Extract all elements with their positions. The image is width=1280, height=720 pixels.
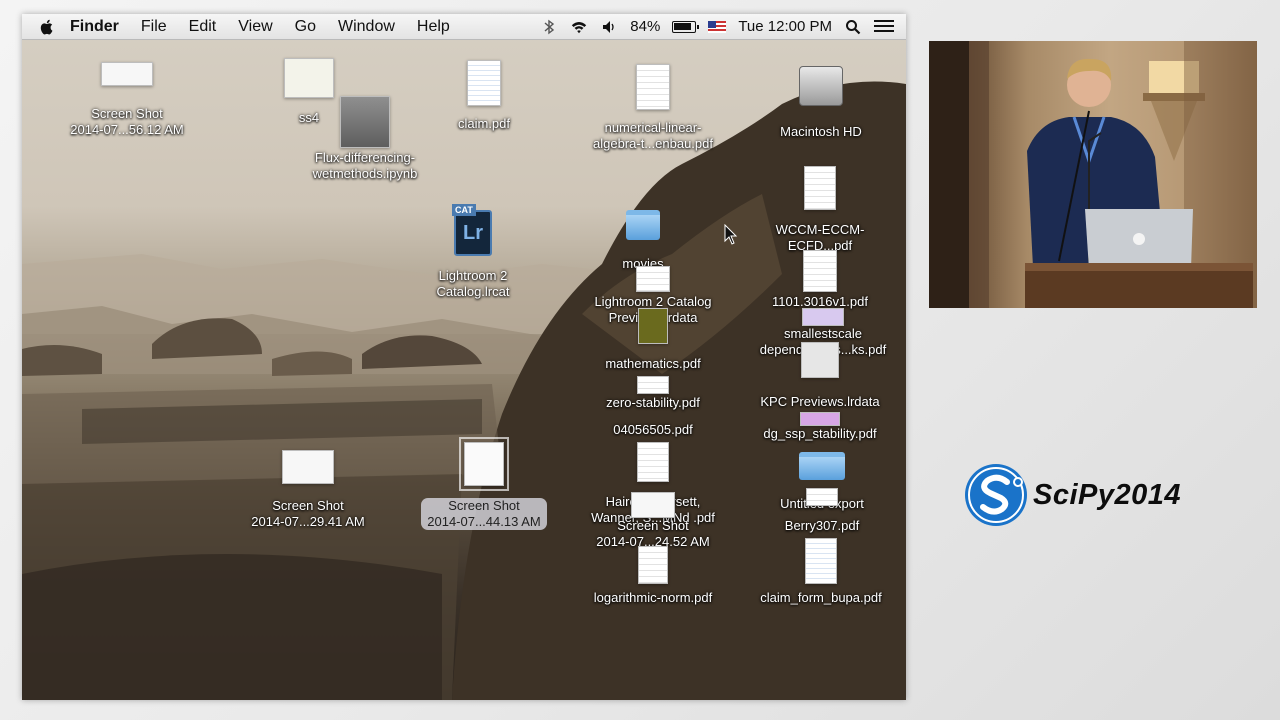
pdf-thumbnail bbox=[637, 376, 669, 394]
hard-drive-icon bbox=[799, 66, 843, 106]
desktop-icon-label: zero-stability.pdf bbox=[606, 395, 700, 410]
desktop-icon-label: Screen Shot 2014-07...29.41 AM bbox=[251, 498, 365, 529]
battery-percent: 84% bbox=[630, 18, 661, 35]
desktop-icon-label: Macintosh HD bbox=[780, 124, 862, 139]
desktop-icon-screenshot-1[interactable]: Screen Shot 2014-07...56.12 AM bbox=[62, 62, 192, 138]
screenshot-thumbnail bbox=[101, 62, 153, 86]
desktop-icon-label: dg_ssp_stability.pdf bbox=[763, 426, 877, 441]
desktop-icon-1101-3016v1[interactable]: 1101.3016v1.pdf bbox=[758, 250, 882, 310]
desktop-icon-screenshot-2[interactable]: Screen Shot 2014-07...29.41 AM bbox=[228, 450, 388, 530]
desktop-icon-label: claim_form_bupa.pdf bbox=[760, 590, 882, 605]
desktop-icon-screenshot-3-selected[interactable]: Screen Shot 2014-07...44.13 AM bbox=[404, 437, 564, 531]
go-menu[interactable]: Go bbox=[295, 18, 316, 36]
desktop-icon-mathematics[interactable]: mathematics.pdf bbox=[598, 308, 708, 372]
desktop-icon-label: Flux-differencing- wetmethods.ipynb bbox=[312, 150, 418, 181]
flag-icon[interactable] bbox=[708, 20, 727, 33]
pdf-thumbnail bbox=[642, 202, 684, 248]
desktop-icon-label: Screen Shot 2014-07...44.13 AM bbox=[421, 498, 547, 530]
menu-bar: Finder File Edit View Go Window Help 84%… bbox=[22, 14, 906, 40]
menu-clock[interactable]: Tue 12:00 PM bbox=[738, 18, 832, 35]
screenshot-thumbnail bbox=[631, 492, 675, 518]
desktop-icon-notebook[interactable]: Flux-differencing- wetmethods.ipynb bbox=[290, 96, 440, 182]
window-menu[interactable]: Window bbox=[338, 18, 395, 36]
desktop-icon-macintosh-hd[interactable]: Macintosh HD bbox=[766, 66, 876, 140]
screenshot-thumbnail bbox=[459, 437, 509, 491]
desktop-icon-label: Screen Shot 2014-07...56.12 AM bbox=[70, 106, 184, 137]
pdf-thumbnail bbox=[805, 538, 837, 584]
desktop-icon-label: claim.pdf bbox=[457, 116, 511, 131]
scipy-logo-text: SciPy2014 bbox=[1033, 478, 1182, 511]
speaker-video bbox=[929, 41, 1257, 308]
desktop-icon-berry307[interactable]: Berry307.pdf bbox=[762, 488, 882, 534]
pdf-thumbnail bbox=[638, 546, 668, 584]
mouse-cursor-icon bbox=[724, 224, 738, 245]
pdf-thumbnail bbox=[637, 442, 669, 482]
desktop-icon-04056505[interactable]: 04056505.pdf bbox=[598, 412, 708, 438]
folder-icon bbox=[799, 452, 845, 480]
finder-menu[interactable]: Finder bbox=[70, 18, 119, 36]
desktop-icon-label: mathematics.pdf bbox=[605, 356, 701, 371]
pdf-thumbnail bbox=[804, 166, 836, 210]
screen-capture: Finder File Edit View Go Window Help 84%… bbox=[22, 14, 906, 700]
desktop-icon-logarithmic-norm[interactable]: logarithmic-norm.pdf bbox=[578, 546, 728, 606]
desktop-icon-zero-stability[interactable]: zero-stability.pdf bbox=[588, 376, 718, 411]
pdf-thumbnail bbox=[636, 64, 670, 110]
pdf-thumbnail bbox=[802, 308, 844, 326]
image-thumbnail bbox=[284, 58, 334, 98]
notification-list-icon[interactable] bbox=[874, 19, 894, 34]
edit-menu[interactable]: Edit bbox=[189, 18, 217, 36]
file-menu[interactable]: File bbox=[141, 18, 167, 36]
desktop-icon-label: Berry307.pdf bbox=[784, 518, 860, 533]
desktop-icon-label: KPC Previews.lrdata bbox=[760, 394, 880, 409]
desktop-icon-label: logarithmic-norm.pdf bbox=[593, 590, 713, 605]
data-thumbnail bbox=[801, 342, 839, 378]
lightroom-icon: CAT Lr bbox=[452, 204, 492, 256]
desktop-icon-claim-pdf[interactable]: claim.pdf bbox=[442, 60, 526, 132]
desktop-icon-label: Lightroom 2 Catalog.lrcat bbox=[436, 268, 510, 299]
image-thumbnail bbox=[638, 308, 668, 344]
desktop-icon-numerical-linear-algebra[interactable]: numerical-linear- algebra-t...enbau.pdf bbox=[578, 64, 728, 152]
desktop-icon-screenshot-4[interactable]: Screen Shot 2014-07...24.52 AM bbox=[578, 492, 728, 550]
scipy-logo-icon bbox=[965, 464, 1027, 526]
scipy-logo: SciPy2014 bbox=[963, 462, 1181, 528]
pdf-thumbnail bbox=[800, 412, 840, 426]
pdf-thumbnail bbox=[467, 60, 501, 106]
desktop-icon-label: 04056505.pdf bbox=[613, 422, 693, 437]
battery-icon[interactable] bbox=[672, 20, 700, 33]
desktop-icon-kpc-previews[interactable]: KPC Previews.lrdata bbox=[752, 342, 888, 410]
volume-icon[interactable] bbox=[600, 19, 618, 35]
desktop-icon-lightroom-catalog[interactable]: CAT Lr Lightroom 2 Catalog.lrcat bbox=[418, 204, 528, 300]
data-thumbnail bbox=[636, 266, 670, 292]
pdf-thumbnail bbox=[803, 250, 837, 292]
apple-icon[interactable] bbox=[38, 18, 56, 36]
desktop-icon-label: numerical-linear- algebra-t...enbau.pdf bbox=[593, 120, 713, 151]
view-menu[interactable]: View bbox=[238, 18, 272, 36]
spotlight-icon[interactable] bbox=[844, 19, 862, 35]
screenshot-thumbnail bbox=[282, 450, 334, 484]
speaker-scene bbox=[929, 41, 1257, 308]
status-area: 84% Tue 12:00 PM bbox=[540, 18, 906, 35]
notebook-thumbnail bbox=[340, 96, 390, 148]
help-menu[interactable]: Help bbox=[417, 18, 450, 36]
desktop-icon-dg-ssp-stability[interactable]: dg_ssp_stability.pdf bbox=[752, 412, 888, 442]
bluetooth-icon[interactable] bbox=[540, 19, 558, 35]
pdf-thumbnail bbox=[806, 488, 838, 506]
desktop-icon-wccm-eccm[interactable]: WCCM-ECCM- ECFD...pdf bbox=[760, 166, 880, 254]
wifi-icon[interactable] bbox=[570, 19, 588, 35]
desktop-icon-claim-form-bupa[interactable]: claim_form_bupa.pdf bbox=[746, 538, 896, 606]
